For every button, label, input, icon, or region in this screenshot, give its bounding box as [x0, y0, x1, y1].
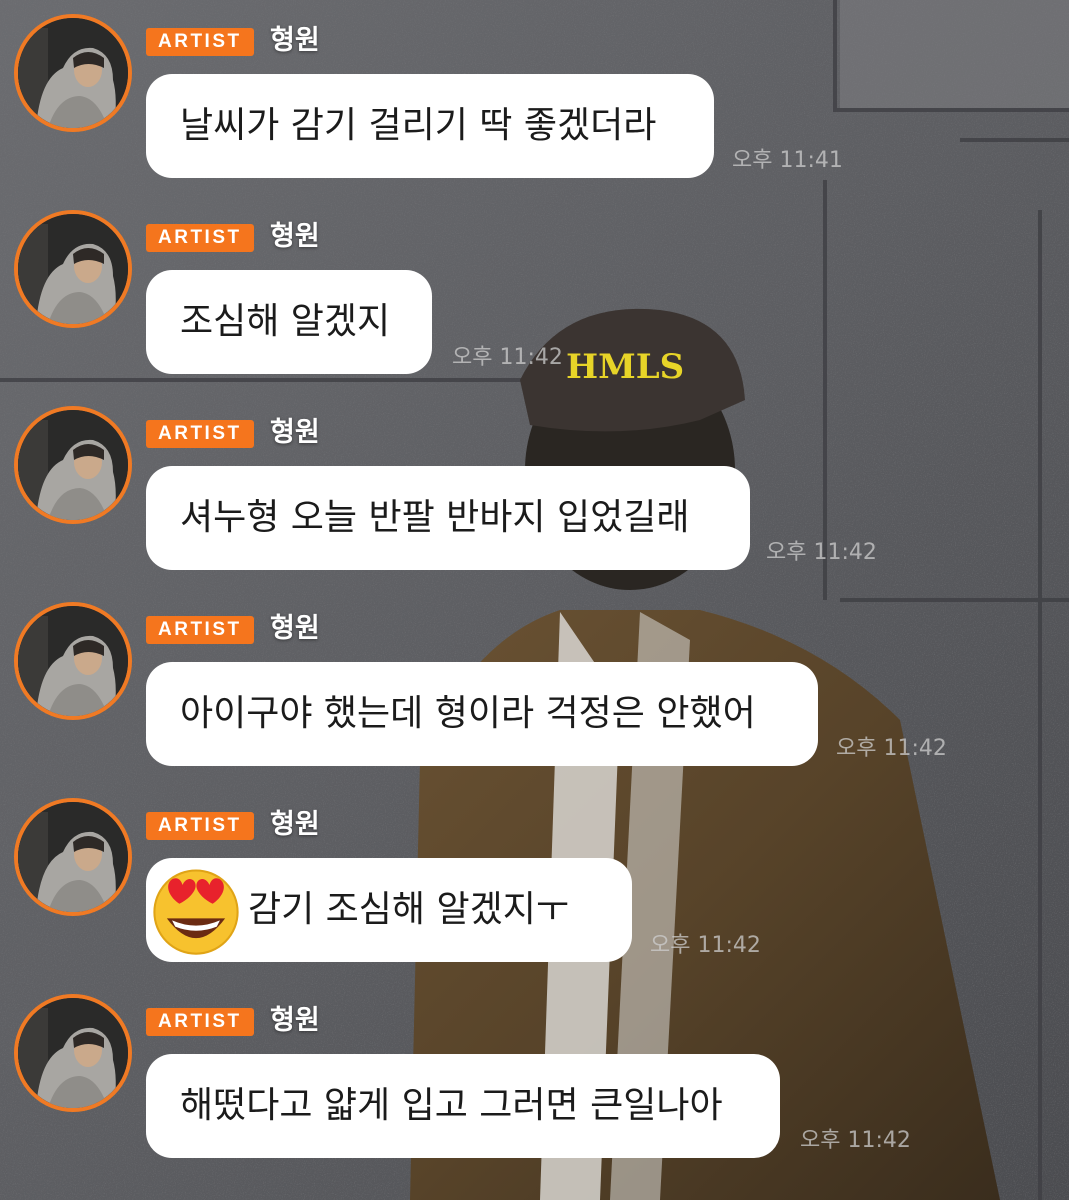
- message-bubble[interactable]: 날씨가 감기 걸리기 딱 좋겠더라: [146, 74, 714, 178]
- artist-avatar[interactable]: [14, 994, 132, 1112]
- sender-name: 형원: [270, 809, 320, 840]
- sender-name: 형원: [270, 1005, 320, 1036]
- sender-name: 형원: [270, 221, 320, 252]
- sender-name: 형원: [270, 613, 320, 644]
- message-bubble[interactable]: 아이구야 했는데 형이라 걱정은 안했어: [146, 662, 818, 766]
- message-bubble[interactable]: 셔누형 오늘 반팔 반바지 입었길래: [146, 466, 750, 570]
- artist-badge: ARTIST: [146, 28, 254, 56]
- artist-badge: ARTIST: [146, 812, 254, 840]
- artist-badge: ARTIST: [146, 224, 254, 252]
- chat-message: ARTIST 형원아이구야 했는데 형이라 걱정은 안했어오후 11:42: [0, 588, 1069, 784]
- chat-message: ARTIST 형원날씨가 감기 걸리기 딱 좋겠더라오후 11:41: [0, 0, 1069, 196]
- artist-avatar[interactable]: [14, 14, 132, 132]
- artist-avatar[interactable]: [14, 798, 132, 916]
- artist-avatar[interactable]: [14, 406, 132, 524]
- message-text: 아이구야 했는데 형이라 걱정은 안했어: [180, 693, 756, 734]
- message-text: 날씨가 감기 걸리기 딱 좋겠더라: [180, 105, 657, 146]
- sender-name: 형원: [270, 417, 320, 448]
- artist-avatar[interactable]: [14, 210, 132, 328]
- chat-message: ARTIST 형원셔누형 오늘 반팔 반바지 입었길래오후 11:42: [0, 392, 1069, 588]
- message-timestamp: 오후 11:42: [766, 540, 877, 565]
- message-text: 조심해 알겠지: [180, 301, 391, 342]
- artist-badge: ARTIST: [146, 1008, 254, 1036]
- message-text: 감기 조심해 알겠지ㅜ: [248, 889, 569, 930]
- message-bubble[interactable]: 조심해 알겠지: [146, 270, 432, 374]
- message-timestamp: 오후 11:42: [452, 345, 563, 370]
- chat-message: ARTIST 형원조심해 알겠지오후 11:42: [0, 196, 1069, 392]
- chat-message: ARTIST 형원 감기 조심해 알겠지ㅜ 오후 11:42: [0, 784, 1069, 980]
- chat-message: ARTIST 형원해떴다고 얇게 입고 그러면 큰일나아오후 11:42: [0, 980, 1069, 1176]
- message-timestamp: 오후 11:42: [836, 736, 947, 761]
- message-timestamp: 오후 11:41: [732, 148, 843, 173]
- message-bubble[interactable]: 감기 조심해 알겠지ㅜ: [146, 858, 632, 962]
- heart-eyes-emoji-icon: [144, 858, 248, 962]
- message-text: 해떴다고 얇게 입고 그러면 큰일나아: [180, 1085, 723, 1126]
- artist-badge: ARTIST: [146, 616, 254, 644]
- artist-avatar[interactable]: [14, 602, 132, 720]
- message-timestamp: 오후 11:42: [650, 933, 761, 958]
- artist-badge: ARTIST: [146, 420, 254, 448]
- message-text: 셔누형 오늘 반팔 반바지 입었길래: [180, 497, 690, 538]
- message-bubble[interactable]: 해떴다고 얇게 입고 그러면 큰일나아: [146, 1054, 780, 1158]
- message-timestamp: 오후 11:42: [800, 1128, 911, 1153]
- sender-name: 형원: [270, 25, 320, 56]
